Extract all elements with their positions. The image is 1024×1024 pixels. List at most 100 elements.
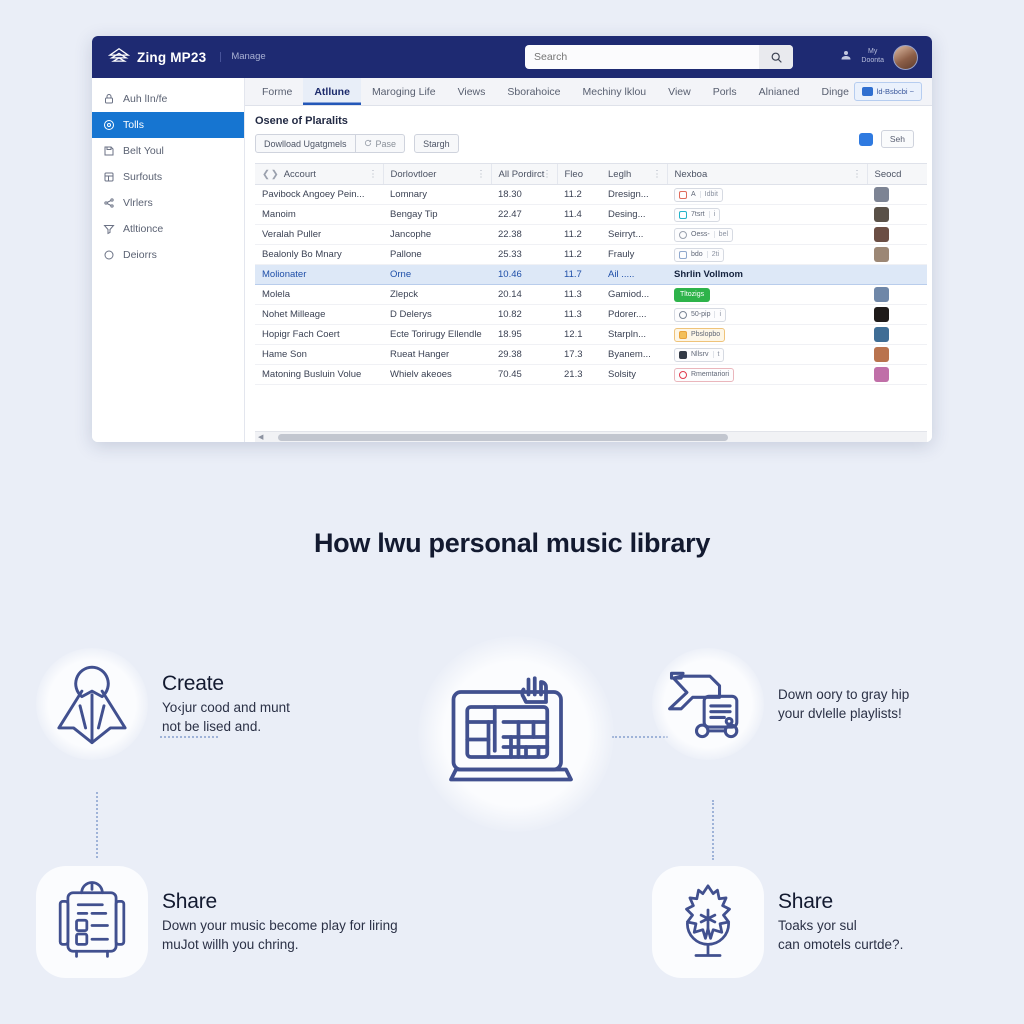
download-button[interactable]: Dowlload Ugatgmels <box>255 134 356 153</box>
row-name: Matoning Busluin Volue <box>262 369 362 380</box>
row-col5: Gamiod... <box>601 284 667 305</box>
status-badge[interactable]: bdo 2ti <box>674 247 725 262</box>
status-badge[interactable]: Pbslopbo <box>674 327 726 342</box>
toolbar-right: Seh <box>858 130 914 148</box>
table-row[interactable]: Matoning Busluin Volue Whielv akeoes 70.… <box>255 364 927 385</box>
tab-7[interactable]: Porls <box>702 78 748 105</box>
row-col3: 18.30 <box>491 184 557 205</box>
row-col2: Ecte Torirugy Ellendle <box>383 324 491 345</box>
status-badge[interactable]: Tltozigs <box>674 287 711 302</box>
tab-2[interactable]: Maroging Life <box>361 78 447 105</box>
row-col5: Frauly <box>601 244 667 265</box>
column-header-5[interactable]: Nexboa ⋮ <box>666 163 867 185</box>
feature-desc: Down oory to gray hip your dvlelle playl… <box>778 686 910 721</box>
brand[interactable]: Zing MP23 <box>108 46 206 68</box>
settings-button[interactable]: Seh <box>880 130 914 148</box>
tab-6[interactable]: View <box>657 78 702 105</box>
tab-3[interactable]: Views <box>447 78 497 105</box>
brand-name: Zing MP23 <box>137 49 207 65</box>
feature-text: Share Toaks yor sul can omotels curtde?. <box>778 890 903 954</box>
search-input[interactable] <box>525 45 759 69</box>
grid-icon <box>102 171 115 184</box>
row-col4: 11.2 <box>557 244 601 265</box>
row-avatar-cell <box>867 284 927 305</box>
microphone-icon <box>652 866 764 978</box>
user-icon[interactable] <box>840 48 852 66</box>
row-badge-cell: Tltozigs <box>667 284 867 305</box>
rocket-icon <box>36 648 148 760</box>
scroll-left-arrow[interactable]: ◀ <box>255 433 266 441</box>
row-badge-cell: Oess-bel <box>667 224 867 245</box>
row-name: Hame Son <box>262 349 307 360</box>
row-avatar-cell <box>867 204 927 225</box>
sidebar-item-6[interactable]: Deiorrs <box>92 242 244 268</box>
column-header-6[interactable]: Seocd <box>866 163 927 185</box>
status-badge[interactable]: Oess-bel <box>674 227 734 242</box>
column-header-3[interactable]: Fleo <box>556 163 601 185</box>
tab-8[interactable]: Alnianed <box>748 78 811 105</box>
row-name: Molela <box>262 289 290 300</box>
comment-icon[interactable] <box>858 132 873 146</box>
table-row[interactable]: Hopigr Fach Coert Ecte Torirugy Ellendle… <box>255 324 927 345</box>
row-col2: Rueat Hanger <box>383 344 491 365</box>
app-topbar: Zing MP23 Manage My Doonta <box>92 36 932 78</box>
sidebar-item-4[interactable]: Vlrlers <box>92 190 244 216</box>
sidebar-item-0[interactable]: Auh lIn/fe <box>92 86 244 112</box>
sidebar-item-5[interactable]: Atltionce <box>92 216 244 242</box>
tab-4[interactable]: Sborahoice <box>496 78 571 105</box>
row-col3: 10.46 <box>491 264 557 285</box>
search-box[interactable] <box>525 45 793 69</box>
status-badge[interactable]: A Idbit <box>674 187 723 202</box>
row-col3: 22.38 <box>491 224 557 245</box>
row-badge-cell: bdo 2ti <box>667 244 867 265</box>
column-header-1[interactable]: Dorlovtloer ⋮ <box>382 163 491 185</box>
tab-cta-button[interactable]: ld-Bsbcbi ~ <box>853 82 922 101</box>
row-col2: Jancophe <box>383 224 491 245</box>
data-table: ❮ ❯ Accourt ⋮ Dorlovtloer ⋮ All Pordirct ⋮ F… <box>255 163 927 385</box>
tab-0[interactable]: Forme <box>251 78 303 105</box>
status-badge[interactable]: Rmemtariori <box>674 367 735 382</box>
sidebar-item-1[interactable]: Tolls <box>92 112 244 138</box>
avatar[interactable] <box>893 44 918 70</box>
sidebar-item-3[interactable]: Surfouts <box>92 164 244 190</box>
avatar <box>874 187 889 202</box>
table-row[interactable]: Veralah Puller Jancophe 22.38 11.2 Seirr… <box>255 224 927 245</box>
row-col3: 10.82 <box>491 304 557 325</box>
status-badge[interactable]: 7tsrt i <box>674 207 721 222</box>
table-row-selected[interactable]: Molionater Orne 10.46 11.7 Ail ..... Shr… <box>255 264 927 285</box>
scrollbar-thumb[interactable] <box>278 433 729 441</box>
table-row[interactable]: Bealonly Bo Mnary Pallone 25.33 11.2 Fra… <box>255 244 927 265</box>
disc-icon <box>102 119 115 132</box>
row-col2: Lomnary <box>383 184 491 205</box>
search-button[interactable]: Stargh <box>414 134 459 153</box>
column-header-0[interactable]: ❮ ❯ Accourt ⋮ <box>255 163 383 185</box>
refresh-icon <box>364 139 372 149</box>
tab-5[interactable]: Mechiny lklou <box>572 78 658 105</box>
feature-desc: Toaks yor sul can omotels curtde?. <box>778 917 904 952</box>
column-header-2[interactable]: All Pordirct ⋮ <box>490 163 557 185</box>
row-badge-cell: A Idbit <box>667 184 867 205</box>
column-header-4[interactable]: Leglh ⋮ <box>601 163 667 185</box>
refresh-button[interactable]: Pase <box>355 134 406 153</box>
row-col5: Seirryt... <box>601 224 667 245</box>
avatar <box>874 247 889 262</box>
data-table-wrapper: ❮ ❯ Accourt ⋮ Dorlovtloer ⋮ All Pordirct ⋮ F… <box>255 163 932 442</box>
status-badge[interactable]: Nllsrv t <box>674 347 725 362</box>
row-col2: Bengay Tip <box>383 204 491 225</box>
circle-icon <box>102 249 115 262</box>
horizontal-scrollbar[interactable]: ◀ <box>255 431 927 442</box>
status-badge[interactable]: 50-pip i <box>674 307 727 322</box>
table-row[interactable]: Manoim Bengay Tip 22.47 11.4 Desing... 7… <box>255 204 927 225</box>
row-col2: Zlepck <box>383 284 491 305</box>
tab-9[interactable]: Dinge <box>811 78 860 105</box>
table-row[interactable]: Pavibock Angoey Pein... Lomnary 18.30 11… <box>255 184 927 205</box>
table-row[interactable]: Nohet Milleage D Delerys 10.82 11.3 Pdor… <box>255 304 927 325</box>
row-col5: Desing... <box>601 204 667 225</box>
table-row[interactable]: Molela Zlepck 20.14 11.3 Gamiod... Tltoz… <box>255 284 927 305</box>
table-row[interactable]: Hame Son Rueat Hanger 29.38 17.3 Byanem.… <box>255 344 927 365</box>
tab-1[interactable]: Atllune <box>303 78 361 105</box>
row-badge-cell: Shrlin Vollmom <box>667 264 867 285</box>
search-icon[interactable] <box>759 45 793 69</box>
sidebar-item-2[interactable]: Belt Youl <box>92 138 244 164</box>
row-col4: 11.2 <box>557 184 601 205</box>
